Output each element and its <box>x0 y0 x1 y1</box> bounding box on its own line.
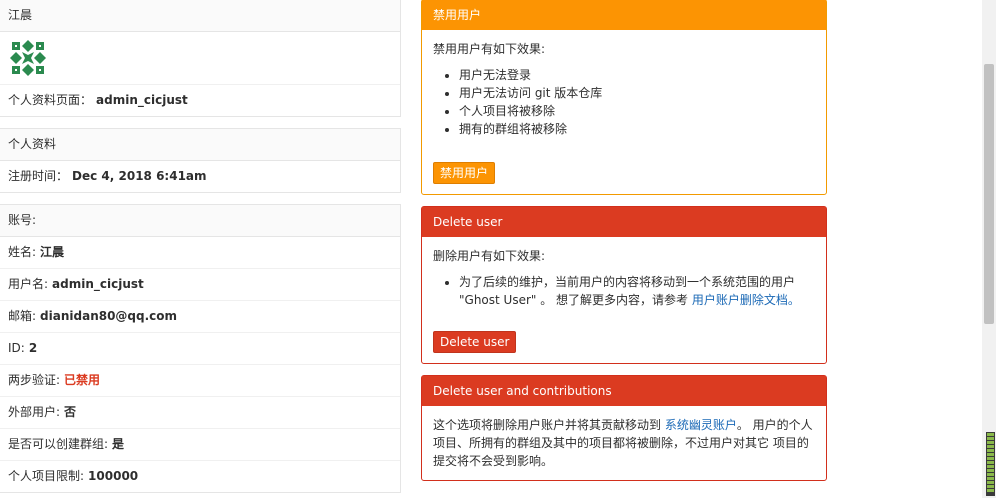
user-card: 江晨 个人资料页面： admin_cicjust <box>0 0 401 117</box>
account-row-value: 是 <box>112 437 125 451</box>
account-row: 用户名: admin_cicjust <box>0 269 400 301</box>
block-effect-item: 个人项目将被移除 <box>459 102 815 120</box>
account-row-value: 100000 <box>88 469 139 483</box>
delete-user-intro: 删除用户有如下效果: <box>433 249 546 263</box>
block-effects-list: 用户无法登录用户无法访问 git 版本仓库个人项目将被移除拥有的群组将被移除 <box>433 66 815 138</box>
profile-page-value[interactable]: admin_cicjust <box>96 93 188 107</box>
account-row-label: ID: <box>8 341 25 355</box>
delete-contributions-text-1: 这个选项将删除用户账户并将其贡献移动到 <box>433 418 662 432</box>
account-row-label: 用户名: <box>8 277 49 291</box>
profile-card-header: 个人资料 <box>0 129 400 161</box>
account-row-label: 邮箱: <box>8 309 37 323</box>
scrollbar-thumb[interactable] <box>984 64 994 324</box>
account-row-value: 2 <box>28 341 38 355</box>
page-scrollbar[interactable] <box>982 0 996 498</box>
account-row: 是否可以创建群组: 是 <box>0 429 400 461</box>
delete-user-panel-body: 删除用户有如下效果: 为了后续的维护，当前用户的内容将移动到一个系统范围的用户 … <box>422 237 826 363</box>
ghost-account-link[interactable]: 系统幽灵账户 <box>665 418 737 432</box>
delete-contributions-panel-title: Delete user and contributions <box>422 376 826 406</box>
account-row: 姓名: 江晨 <box>0 237 400 269</box>
user-info-column: 江晨 个人资料页面： admin_cicjust 个人资料 注册时间： Dec … <box>0 0 401 498</box>
avatar-row <box>0 32 400 85</box>
account-row: 邮箱: dianidan80@qq.com <box>0 301 400 333</box>
account-row-label: 两步验证: <box>8 373 61 387</box>
block-effect-item: 用户无法访问 git 版本仓库 <box>459 84 815 102</box>
delete-user-button[interactable]: Delete user <box>433 331 517 353</box>
delete-user-panel: Delete user 删除用户有如下效果: 为了后续的维护，当前用户的内容将移… <box>421 206 827 364</box>
account-row-label: 个人项目限制: <box>8 469 85 483</box>
account-row-value: 已禁用 <box>64 373 101 387</box>
account-row-label: 姓名: <box>8 245 37 259</box>
profile-page-label: 个人资料页面： <box>8 93 93 107</box>
user-display-name: 江晨 <box>8 8 33 22</box>
account-row: ID: 2 <box>0 333 400 365</box>
delete-user-panel-title: Delete user <box>422 207 826 237</box>
account-row-value: admin_cicjust <box>52 277 144 291</box>
member-since-label: 注册时间： <box>8 169 69 183</box>
block-user-intro: 禁用用户有如下效果: <box>433 42 546 56</box>
member-since-row: 注册时间： Dec 4, 2018 6:41am <box>0 161 400 192</box>
block-effect-item: 用户无法登录 <box>459 66 815 84</box>
account-card-header: 账号: <box>0 205 400 237</box>
delete-effect-item: 为了后续的维护，当前用户的内容将移动到一个系统范围的用户 "Ghost User… <box>459 273 815 309</box>
profile-page-row: 个人资料页面： admin_cicjust <box>0 85 400 116</box>
block-user-panel-title: 禁用用户 <box>422 0 826 30</box>
avatar[interactable] <box>8 38 48 78</box>
account-rows: 姓名: 江晨 用户名: admin_cicjust 邮箱: dianidan80@qq.c… <box>0 237 400 492</box>
account-card: 账号: 姓名: 江晨 用户名: admin_cicjust 邮箱: dianidan80@… <box>0 204 401 493</box>
delete-effects-list: 为了后续的维护，当前用户的内容将移动到一个系统范围的用户 "Ghost User… <box>433 273 815 309</box>
delete-docs-link[interactable]: 用户账户删除文档。 <box>692 293 800 307</box>
account-row-label: 外部用户: <box>8 405 61 419</box>
block-effect-item: 拥有的群组将被移除 <box>459 120 815 138</box>
account-row-value: 江晨 <box>40 245 65 259</box>
account-row: 个人项目限制: 100000 <box>0 461 400 492</box>
system-monitor-widget <box>986 432 995 496</box>
member-since-value: Dec 4, 2018 6:41am <box>72 169 207 183</box>
delete-contributions-panel-body: 这个选项将删除用户账户并将其贡献移动到 系统幽灵账户。 用户的个人项目、所拥有的… <box>422 406 826 480</box>
block-user-panel-body: 禁用用户有如下效果: 用户无法登录用户无法访问 git 版本仓库个人项目将被移除… <box>422 30 826 194</box>
account-row: 外部用户: 否 <box>0 397 400 429</box>
block-user-button[interactable]: 禁用用户 <box>433 162 496 184</box>
account-row-value: 否 <box>64 405 77 419</box>
delete-user-contributions-panel: Delete user and contributions 这个选项将删除用户账… <box>421 375 827 481</box>
account-row-label: 是否可以创建群组: <box>8 437 109 451</box>
admin-actions-column: 禁用用户 禁用用户有如下效果: 用户无法登录用户无法访问 git 版本仓库个人项… <box>421 0 827 498</box>
account-row: 两步验证: 已禁用 <box>0 365 400 397</box>
profile-card: 个人资料 注册时间： Dec 4, 2018 6:41am <box>0 128 401 193</box>
block-user-panel: 禁用用户 禁用用户有如下效果: 用户无法登录用户无法访问 git 版本仓库个人项… <box>421 0 827 195</box>
account-row-value: dianidan80@qq.com <box>40 309 178 323</box>
user-card-header: 江晨 <box>0 0 400 32</box>
